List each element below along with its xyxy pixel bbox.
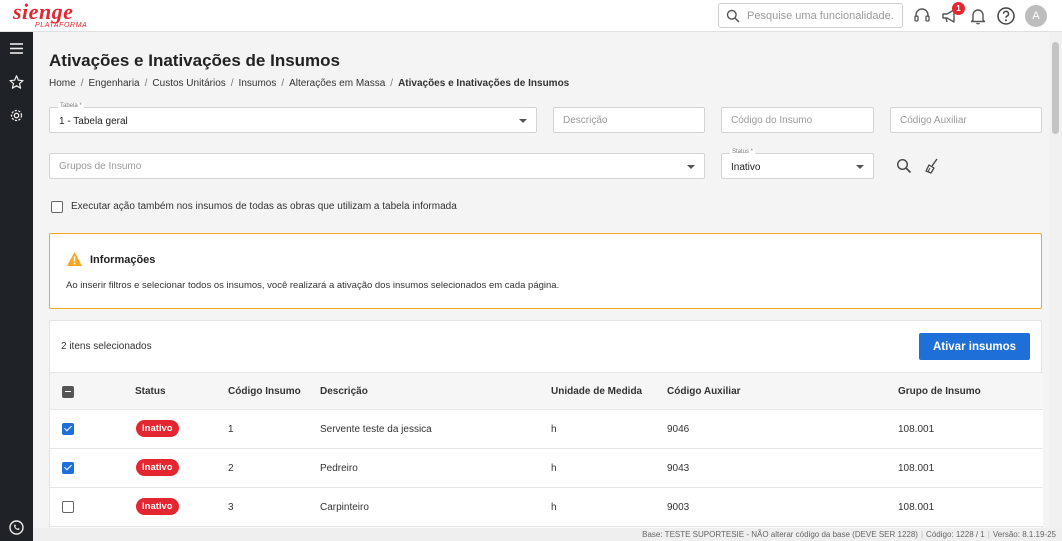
left-nav	[0, 32, 33, 541]
insumos-table-panel: 2 itens selecionados Ativar insumos Stat…	[49, 320, 1043, 528]
page-title: Ativações e Inativações de Insumos	[49, 51, 341, 70]
logo-text: sienge	[13, 0, 74, 24]
col-descricao[interactable]: Descrição	[320, 386, 368, 397]
headset-icon[interactable]	[912, 6, 932, 26]
tabela-label: Tabela *	[58, 103, 84, 109]
table-header: Status Código Insumo Descrição Unidade d…	[50, 372, 1043, 410]
select-all-checkbox[interactable]	[62, 386, 74, 398]
bell-icon[interactable]	[968, 6, 988, 26]
cell-codigo: 1	[228, 424, 234, 435]
apply-to-all-obras-label: Executar ação também nos insumos de toda…	[71, 201, 457, 212]
status-badge: Inativo	[136, 420, 179, 437]
ativar-insumos-button[interactable]: Ativar insumos	[919, 333, 1030, 360]
apply-to-all-obras-checkbox[interactable]	[51, 201, 63, 213]
descricao-field[interactable]: Descrição	[553, 107, 705, 133]
col-grupo-insumo[interactable]: Grupo de Insumo	[898, 386, 981, 397]
cell-grupo: 108.001	[898, 424, 935, 435]
chevron-down-icon	[687, 165, 695, 169]
cell-unidade: h	[551, 502, 557, 513]
breadcrumb-alteracoes-em-massa[interactable]: Alterações em Massa	[289, 78, 385, 89]
page-scrollbar[interactable]	[1049, 32, 1062, 528]
info-title: Informações	[90, 254, 156, 266]
feature-search-input[interactable]	[747, 7, 899, 25]
notification-badge: 1	[952, 2, 965, 15]
cell-grupo: 108.001	[898, 463, 935, 474]
codigo-insumo-placeholder: Código do Insumo	[731, 115, 813, 126]
status-badge: Inativo	[136, 459, 179, 476]
col-unidade-medida[interactable]: Unidade de Medida	[551, 386, 642, 397]
breadcrumb-home[interactable]: Home	[49, 78, 76, 89]
breadcrumb-engenharia[interactable]: Engenharia	[88, 78, 139, 89]
col-codigo-insumo[interactable]: Código Insumo	[228, 386, 301, 397]
info-alert: Informações Ao inserir filtros e selecio…	[49, 233, 1042, 309]
cell-unidade: h	[551, 463, 557, 474]
footer-versao: Versão: 8.1.19-25	[992, 530, 1056, 539]
top-bar: sienge PLATAFORMA 1 A	[0, 0, 1062, 32]
breadcrumb-current: Ativações e Inativações de Insumos	[398, 78, 570, 89]
feature-search[interactable]	[718, 3, 903, 28]
row-checkbox[interactable]	[62, 423, 74, 435]
footer-codigo: Código: 1228 / 1	[926, 530, 985, 539]
breadcrumb-insumos[interactable]: Insumos	[239, 78, 277, 89]
user-avatar[interactable]: A	[1025, 5, 1047, 27]
cell-auxiliar: 9003	[667, 502, 690, 513]
warning-icon	[67, 252, 82, 266]
breadcrumb-custos-unitarios[interactable]: Custos Unitários	[152, 78, 225, 89]
settings-icon[interactable]	[8, 107, 25, 124]
cell-descricao: Servente teste da jessica	[320, 424, 432, 435]
table-row[interactable]: Inativo 3 Carpinteiro h 9003 108.001	[50, 488, 1043, 527]
codigo-auxiliar-field[interactable]: Código Auxiliar	[890, 107, 1042, 133]
menu-icon[interactable]	[8, 40, 25, 57]
descricao-placeholder: Descrição	[563, 115, 608, 126]
tabela-value: 1 - Tabela geral	[59, 116, 128, 127]
help-icon[interactable]	[996, 6, 1016, 26]
cell-auxiliar: 9043	[667, 463, 690, 474]
tabela-select[interactable]: Tabela * 1 - Tabela geral	[49, 103, 537, 133]
whatsapp-icon[interactable]	[8, 519, 25, 536]
cell-unidade: h	[551, 424, 557, 435]
scrollbar-thumb[interactable]	[1052, 42, 1059, 134]
grupos-placeholder: Grupos de Insumo	[59, 161, 142, 172]
main-content: Ativações e Inativações de Insumos Home /…	[33, 32, 1049, 528]
search-icon[interactable]	[896, 158, 912, 174]
status-label: Status *	[730, 149, 756, 155]
status-select[interactable]: Status * Inativo	[721, 149, 874, 179]
cell-descricao: Carpinteiro	[320, 502, 369, 513]
cell-codigo: 3	[228, 502, 234, 513]
status-badge: Inativo	[136, 498, 179, 515]
footer-base: Base: TESTE SUPORTESIE - NÃO alterar cód…	[642, 530, 918, 539]
selected-count: 2 itens selecionados	[61, 341, 152, 352]
footer: Base: TESTE SUPORTESIE - NÃO alterar cód…	[33, 528, 1062, 541]
table-row[interactable]: Inativo 1 Servente teste da jessica h 90…	[50, 410, 1043, 449]
footer-info: Base: TESTE SUPORTESIE - NÃO alterar cód…	[642, 530, 1056, 539]
breadcrumb: Home / Engenharia / Custos Unitários / Insumos…	[49, 78, 570, 89]
row-checkbox[interactable]	[62, 462, 74, 474]
cell-grupo: 108.001	[898, 502, 935, 513]
broom-icon[interactable]	[924, 157, 940, 175]
col-status[interactable]: Status	[135, 386, 166, 397]
star-icon[interactable]	[8, 74, 25, 91]
chevron-down-icon	[856, 165, 864, 169]
col-codigo-auxiliar[interactable]: Código Auxiliar	[667, 386, 741, 397]
chevron-down-icon	[519, 119, 527, 123]
cell-descricao: Pedreiro	[320, 463, 358, 474]
logo-subtitle: PLATAFORMA	[35, 22, 88, 29]
table-row[interactable]: Inativo 2 Pedreiro h 9043 108.001	[50, 449, 1043, 488]
status-value: Inativo	[731, 162, 761, 173]
grupos-insumo-select[interactable]: Grupos de Insumo	[49, 153, 705, 179]
info-text: Ao inserir filtros e selecionar todos os…	[66, 280, 560, 291]
cell-auxiliar: 9046	[667, 424, 690, 435]
search-icon	[726, 9, 740, 23]
row-checkbox[interactable]	[62, 501, 74, 513]
cell-codigo: 2	[228, 463, 234, 474]
codigo-insumo-field[interactable]: Código do Insumo	[721, 107, 874, 133]
sienge-logo[interactable]: sienge PLATAFORMA	[13, 0, 87, 30]
codigo-auxiliar-placeholder: Código Auxiliar	[900, 115, 967, 126]
